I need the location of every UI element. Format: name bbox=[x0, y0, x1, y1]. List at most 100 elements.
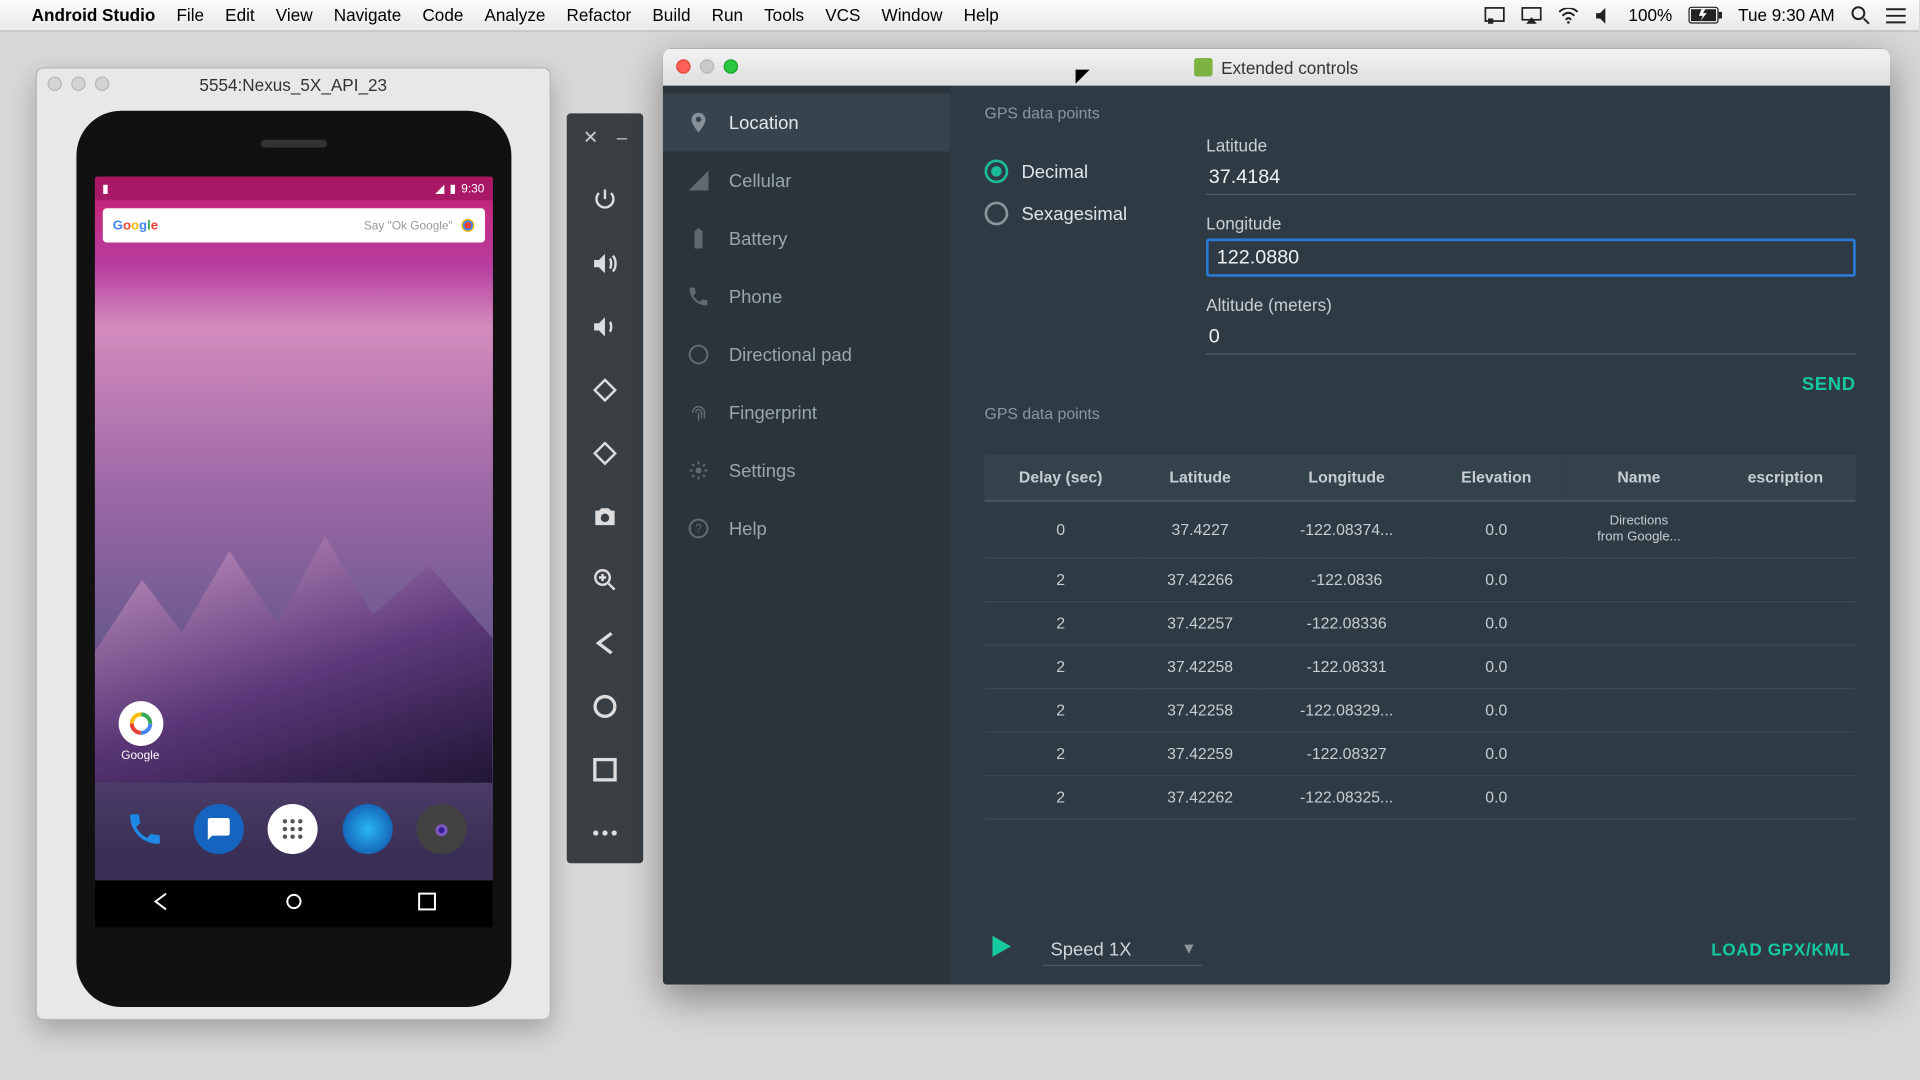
clock[interactable]: Tue 9:30 AM bbox=[1738, 5, 1835, 25]
sidebar-item-dpad[interactable]: Directional pad bbox=[663, 326, 950, 384]
emulator-toolbar: ✕ – bbox=[567, 113, 643, 863]
menu-navigate[interactable]: Navigate bbox=[334, 5, 402, 25]
menu-refactor[interactable]: Refactor bbox=[567, 5, 632, 25]
menu-file[interactable]: File bbox=[176, 5, 204, 25]
table-row[interactable]: 237.42258-122.083310.0 bbox=[985, 645, 1856, 688]
menu-window[interactable]: Window bbox=[882, 5, 943, 25]
sidebar-item-cellular[interactable]: Cellular bbox=[663, 152, 950, 210]
sidebar-item-battery[interactable]: Battery bbox=[663, 210, 950, 268]
volume-icon[interactable] bbox=[1594, 6, 1612, 24]
fingerprint-icon bbox=[687, 401, 711, 425]
emulator-window: 5554:Nexus_5X_API_23 ▮ ◢ ▮ 9:30 Google S… bbox=[36, 67, 551, 1020]
google-app-label: Google bbox=[121, 749, 159, 762]
phone-screen[interactable]: ▮ ◢ ▮ 9:30 Google Say "Ok Google" Google bbox=[94, 177, 492, 928]
table-header[interactable]: Name bbox=[1563, 455, 1715, 501]
mic-icon[interactable] bbox=[461, 219, 474, 232]
table-row[interactable]: 237.42266-122.08360.0 bbox=[985, 558, 1856, 601]
table-header[interactable]: Elevation bbox=[1430, 455, 1563, 501]
gear-icon bbox=[687, 459, 711, 483]
sidebar-item-phone[interactable]: Phone bbox=[663, 268, 950, 326]
table-row[interactable]: 237.42257-122.083360.0 bbox=[985, 602, 1856, 645]
send-button[interactable]: SEND bbox=[1802, 373, 1856, 394]
table-row[interactable]: 237.42262-122.08325...0.0 bbox=[985, 776, 1856, 819]
extended-controls-titlebar[interactable]: Extended controls bbox=[663, 49, 1890, 86]
wifi-icon[interactable] bbox=[1557, 7, 1578, 23]
traffic-lights[interactable] bbox=[47, 76, 109, 90]
table-header[interactable]: Longitude bbox=[1263, 455, 1429, 501]
screenshot-button[interactable] bbox=[588, 500, 622, 534]
extended-main: GPS data points Decimal Sexagesimal Lati… bbox=[950, 86, 1890, 985]
minimize-emulator-button[interactable]: – bbox=[617, 127, 627, 149]
gps-section-label-1: GPS data points bbox=[985, 104, 1856, 122]
apps-drawer-icon[interactable] bbox=[268, 804, 318, 854]
menu-vcs[interactable]: VCS bbox=[825, 5, 860, 25]
back-button[interactable] bbox=[150, 890, 171, 918]
table-header[interactable]: Latitude bbox=[1137, 455, 1264, 501]
phone-frame: ▮ ◢ ▮ 9:30 Google Say "Ok Google" Google bbox=[76, 111, 511, 1007]
phone-app-icon[interactable] bbox=[120, 804, 170, 854]
browser-app-icon[interactable] bbox=[342, 804, 392, 854]
menu-analyze[interactable]: Analyze bbox=[484, 5, 545, 25]
gps-data-table: Delay (sec)LatitudeLongitudeElevationNam… bbox=[985, 455, 1856, 820]
overview-nav-button[interactable] bbox=[588, 753, 622, 787]
screencast-icon[interactable] bbox=[1483, 6, 1504, 24]
more-button[interactable] bbox=[588, 816, 622, 850]
load-gpx-button[interactable]: LOAD GPX/KML bbox=[1711, 939, 1850, 959]
latitude-input[interactable] bbox=[1206, 161, 1856, 195]
menu-code[interactable]: Code bbox=[422, 5, 463, 25]
volume-up-button[interactable] bbox=[588, 246, 622, 280]
close-window-button[interactable] bbox=[676, 59, 690, 73]
app-name[interactable]: Android Studio bbox=[32, 5, 156, 25]
back-nav-button[interactable] bbox=[588, 626, 622, 660]
menu-view[interactable]: View bbox=[276, 5, 313, 25]
home-button[interactable] bbox=[284, 890, 305, 918]
battery-icon bbox=[1688, 7, 1722, 24]
recents-button[interactable] bbox=[418, 892, 436, 917]
menu-tools[interactable]: Tools bbox=[764, 5, 804, 25]
table-header[interactable]: escription bbox=[1715, 455, 1856, 501]
menu-build[interactable]: Build bbox=[652, 5, 690, 25]
play-button[interactable] bbox=[990, 934, 1014, 964]
table-row[interactable]: 237.42259-122.083270.0 bbox=[985, 732, 1856, 775]
phone-sidebar-icon bbox=[687, 285, 711, 309]
google-search-bar[interactable]: Google Say "Ok Google" bbox=[102, 208, 484, 242]
sidebar-item-fingerprint[interactable]: Fingerprint bbox=[663, 384, 950, 442]
mac-menubar: Android Studio File Edit View Navigate C… bbox=[0, 0, 1919, 32]
google-logo: Google bbox=[113, 218, 158, 232]
close-emulator-button[interactable]: ✕ bbox=[583, 127, 598, 149]
home-nav-button[interactable] bbox=[588, 689, 622, 723]
minimize-window-button[interactable] bbox=[700, 59, 714, 73]
table-header[interactable]: Delay (sec) bbox=[985, 455, 1137, 501]
table-row[interactable]: 037.4227-122.08374...0.0Directionsfrom G… bbox=[985, 501, 1856, 558]
rotate-right-button[interactable] bbox=[588, 436, 622, 470]
menu-icon[interactable] bbox=[1886, 7, 1906, 23]
speed-select[interactable]: Speed 1X▾ bbox=[1043, 932, 1202, 966]
chevron-down-icon: ▾ bbox=[1184, 937, 1193, 959]
radio-sexagesimal[interactable]: Sexagesimal bbox=[985, 202, 1128, 226]
sidebar-item-settings[interactable]: Settings bbox=[663, 442, 950, 500]
power-button[interactable] bbox=[588, 183, 622, 217]
airplay-icon[interactable] bbox=[1520, 6, 1541, 24]
table-row[interactable]: 237.42258-122.08329...0.0 bbox=[985, 689, 1856, 732]
zoom-button[interactable] bbox=[588, 563, 622, 597]
spotlight-icon[interactable] bbox=[1850, 5, 1870, 25]
menu-edit[interactable]: Edit bbox=[225, 5, 255, 25]
location-icon bbox=[687, 111, 711, 135]
altitude-input[interactable] bbox=[1206, 320, 1856, 354]
camera-app-icon[interactable] bbox=[417, 804, 467, 854]
rotate-left-button[interactable] bbox=[588, 373, 622, 407]
battery-sidebar-icon bbox=[687, 227, 711, 251]
menu-help[interactable]: Help bbox=[964, 5, 999, 25]
longitude-label: Longitude bbox=[1206, 214, 1856, 234]
sidebar-item-help[interactable]: ?Help bbox=[663, 500, 950, 558]
menu-run[interactable]: Run bbox=[712, 5, 743, 25]
sidebar-item-location[interactable]: Location bbox=[663, 94, 950, 152]
messages-app-icon[interactable] bbox=[194, 804, 244, 854]
radio-decimal[interactable]: Decimal bbox=[985, 159, 1128, 183]
longitude-input[interactable] bbox=[1206, 239, 1856, 277]
volume-down-button[interactable] bbox=[588, 310, 622, 344]
emulator-titlebar[interactable]: 5554:Nexus_5X_API_23 bbox=[37, 69, 550, 101]
dpad-icon bbox=[687, 343, 711, 367]
google-app-shortcut[interactable]: Google bbox=[118, 701, 163, 762]
zoom-window-button[interactable] bbox=[724, 59, 738, 73]
